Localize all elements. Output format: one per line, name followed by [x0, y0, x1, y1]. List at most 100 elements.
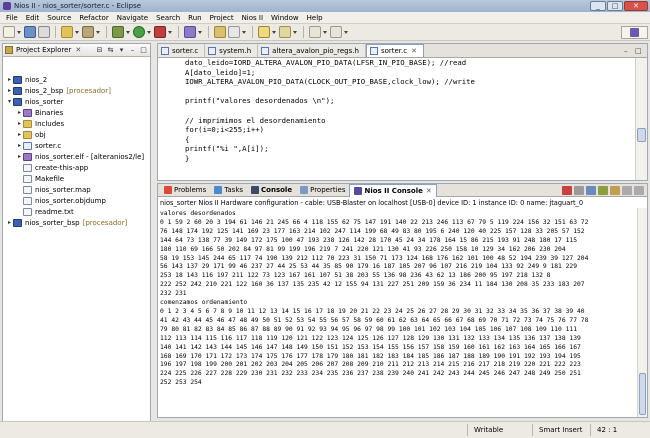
menu-navigate[interactable]: Navigate: [113, 14, 152, 22]
terminate-icon[interactable]: [562, 185, 572, 195]
external-tools-icon[interactable]: [154, 26, 166, 38]
tree-item[interactable]: ▸ sorter.c: [3, 140, 150, 151]
code-line[interactable]: [185, 106, 635, 116]
search-icon[interactable]: [228, 26, 240, 38]
new-class-icon[interactable]: [184, 26, 196, 38]
code-line[interactable]: printf("valores desordenados \n");: [185, 96, 635, 106]
maximize-editor-icon[interactable]: □: [635, 47, 644, 55]
tab-tasks[interactable]: Tasks: [210, 184, 247, 197]
expand-toggle-icon[interactable]: ▸: [16, 153, 23, 160]
project-explorer-tab[interactable]: Project Explorer ✕ ⊟ ⇆ ▾ – □: [3, 44, 150, 57]
console-scroll-thumb[interactable]: [639, 373, 646, 415]
tab-altera-avalon-pio-regs-h[interactable]: altera_avalon_pio_regs.h: [258, 44, 366, 57]
link-editor-icon[interactable]: ⇆: [106, 46, 115, 54]
menu-nios-ii[interactable]: Nios II: [238, 14, 267, 22]
tab-problems[interactable]: Problems: [160, 184, 210, 197]
remove-launch-icon[interactable]: [574, 185, 584, 195]
code-line[interactable]: for(i=0;i<255;i++): [185, 125, 635, 135]
tab-system-h[interactable]: system.h: [205, 44, 259, 57]
save-icon[interactable]: [24, 26, 36, 38]
menu-help[interactable]: Help: [303, 14, 327, 22]
view-menu-icon[interactable]: ▾: [117, 46, 126, 54]
fast-view-icon[interactable]: [2, 424, 10, 436]
folder-dropdown-icon[interactable]: [75, 26, 80, 38]
tree-item[interactable]: nios_sorter.map: [3, 184, 150, 195]
collapse-all-icon[interactable]: ⊟: [95, 46, 104, 54]
expand-toggle-icon[interactable]: ▸: [16, 109, 23, 116]
code-line[interactable]: IOWR_ALTERA_AVALON_PIO_DATA(CLOCK_OUT_PI…: [185, 77, 635, 87]
back-dropdown-icon[interactable]: [323, 26, 328, 38]
expand-toggle-icon[interactable]: ▸: [6, 219, 13, 226]
close-window-button[interactable]: ✕: [624, 1, 648, 11]
tree-item[interactable]: ▸ Includes: [3, 118, 150, 129]
maximize-button[interactable]: □: [607, 1, 623, 11]
editor-scrollbar[interactable]: [635, 58, 647, 180]
tools-dropdown-icon[interactable]: [168, 26, 173, 38]
tab-console[interactable]: Console: [247, 184, 296, 197]
code-line[interactable]: }: [185, 154, 635, 164]
menu-file[interactable]: File: [2, 14, 22, 22]
tree-item[interactable]: ▸ nios_sorter_bsp [procesador]: [3, 217, 150, 228]
menu-run[interactable]: Run: [184, 14, 205, 22]
minimize-editor-icon[interactable]: –: [624, 47, 633, 55]
tree-item[interactable]: readme.txt: [3, 206, 150, 217]
tab-nios-ii-console[interactable]: Nios II Console ✕: [349, 183, 437, 197]
expand-toggle-icon[interactable]: ▸: [6, 87, 13, 94]
open-folder-icon[interactable]: [61, 26, 73, 38]
expand-toggle-icon[interactable]: ▸: [6, 76, 13, 83]
build-icon[interactable]: [82, 26, 94, 38]
search-dropdown-icon[interactable]: [242, 26, 247, 38]
tab-sorter-c-active[interactable]: sorter.c ✕: [365, 44, 424, 57]
tree-item[interactable]: ▸ Binaries: [3, 107, 150, 118]
code-line[interactable]: dato_leido=IORD_ALTERA_AVALON_PIO_DATA(L…: [185, 58, 635, 68]
menu-source[interactable]: Source: [43, 14, 75, 22]
prev-annotation-icon[interactable]: [279, 26, 291, 38]
close-tab-icon[interactable]: ✕: [411, 47, 417, 55]
tree-item[interactable]: create-this-app: [3, 162, 150, 173]
forward-dropdown-icon[interactable]: [344, 26, 349, 38]
code-line[interactable]: // imprimimos el desordenamiento: [185, 116, 635, 126]
menu-refactor[interactable]: Refactor: [75, 14, 112, 22]
build-dropdown-icon[interactable]: [96, 26, 101, 38]
scroll-lock-icon[interactable]: [586, 185, 596, 195]
console-output[interactable]: valores desordenados 0 1 59 2 60 20 3 19…: [158, 208, 637, 417]
minimize-view-icon[interactable]: –: [128, 46, 137, 54]
tree-item[interactable]: Makefile: [3, 173, 150, 184]
new-dropdown-icon[interactable]: [17, 26, 22, 38]
minimize-view-icon[interactable]: [622, 185, 632, 195]
tree-item[interactable]: ▸ nios_2: [3, 74, 150, 85]
debug-icon[interactable]: [112, 26, 124, 38]
perspective-switcher[interactable]: [621, 26, 648, 39]
tree-item[interactable]: ▸ obj: [3, 129, 150, 140]
debug-dropdown-icon[interactable]: [126, 26, 131, 38]
open-type-icon[interactable]: [214, 26, 226, 38]
run-dropdown-icon[interactable]: [147, 26, 152, 38]
code-line[interactable]: [185, 87, 635, 97]
code-editor[interactable]: dato_leido=IORD_ALTERA_AVALON_PIO_DATA(L…: [158, 58, 635, 180]
class-dropdown-icon[interactable]: [198, 26, 203, 38]
maximize-view-icon[interactable]: □: [139, 46, 148, 54]
tree-item[interactable]: ▾ nios_sorter: [3, 96, 150, 107]
expand-toggle-icon[interactable]: ▸: [16, 131, 23, 138]
editor-scroll-thumb[interactable]: [637, 128, 646, 142]
menu-search[interactable]: Search: [152, 14, 184, 22]
display-console-icon[interactable]: [610, 185, 620, 195]
expand-toggle-icon[interactable]: ▾: [6, 98, 13, 105]
menu-window[interactable]: Window: [267, 14, 303, 22]
tree-item[interactable]: ▸ nios_2_bsp [procesador]: [3, 85, 150, 96]
forward-icon[interactable]: [330, 26, 342, 38]
tab-properties[interactable]: Properties: [296, 184, 349, 197]
prev-dropdown-icon[interactable]: [293, 26, 298, 38]
pin-console-icon[interactable]: [598, 185, 608, 195]
tree-item[interactable]: ▸ nios_sorter.elf - [alteranios2/le]: [3, 151, 150, 162]
next-annotation-icon[interactable]: [258, 26, 270, 38]
annotation-dropdown-icon[interactable]: [272, 26, 277, 38]
minimize-button[interactable]: _: [590, 1, 606, 11]
run-icon[interactable]: [133, 26, 145, 38]
expand-toggle-icon[interactable]: ▸: [16, 142, 23, 149]
maximize-view-icon[interactable]: [634, 185, 644, 195]
menu-edit[interactable]: Edit: [22, 14, 44, 22]
tree-item[interactable]: nios_sorter.objdump: [3, 195, 150, 206]
tab-sorter-c[interactable]: sorter.c: [158, 44, 206, 57]
menu-project[interactable]: Project: [206, 14, 238, 22]
